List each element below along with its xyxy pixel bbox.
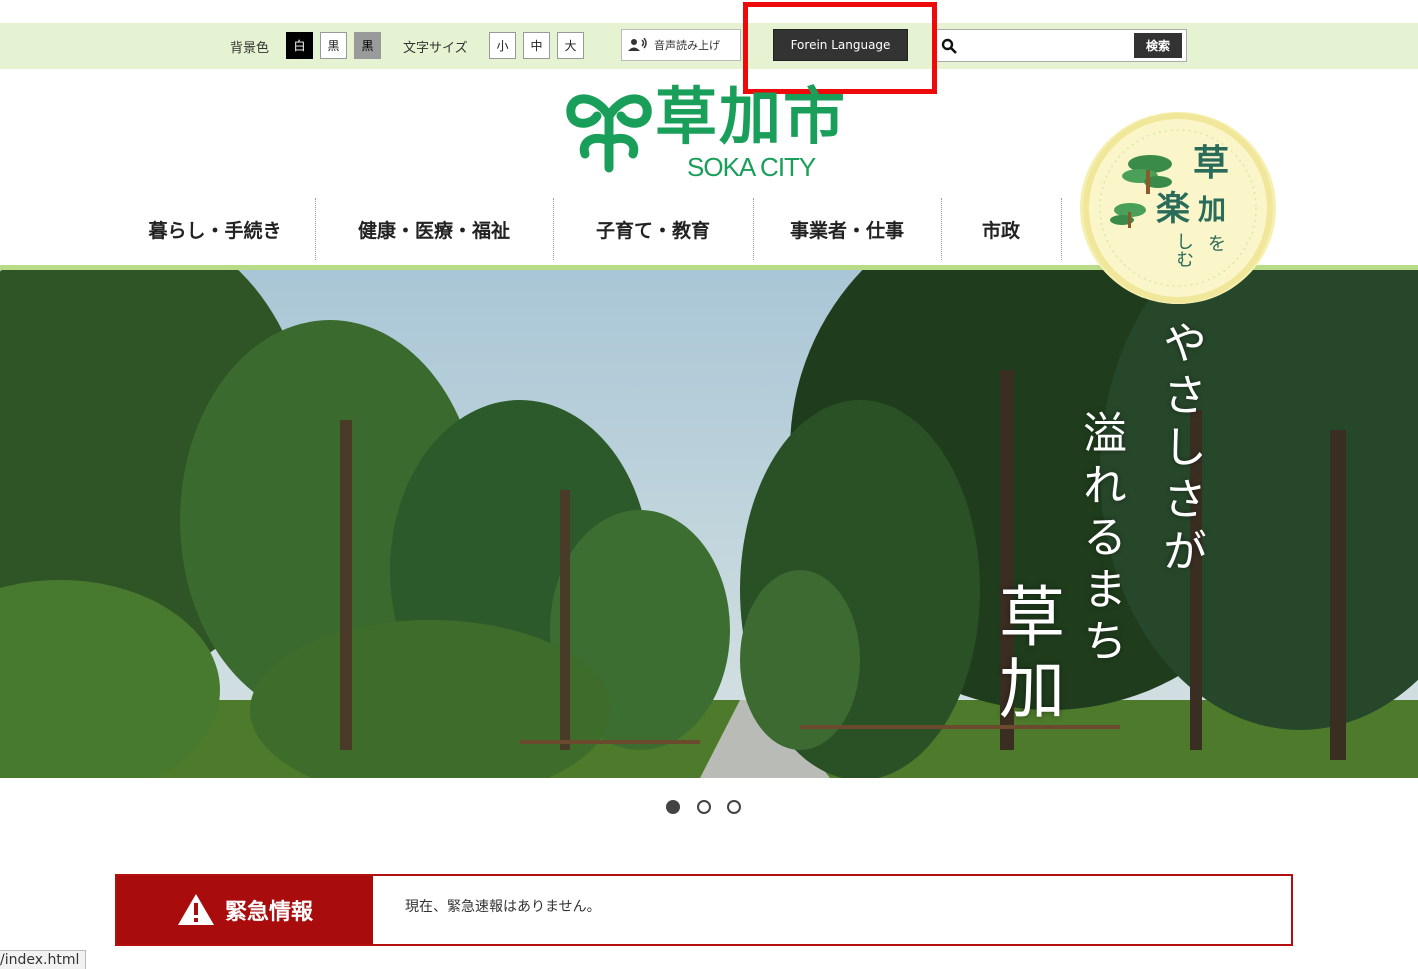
logo-subtitle: SOKA CITY — [687, 152, 816, 182]
enjoy-soka-badge[interactable]: 草 楽 加 を しむ — [1080, 112, 1276, 304]
bg-white-button[interactable]: 白 — [286, 32, 313, 59]
bg-gray-button[interactable]: 黒 — [354, 32, 381, 59]
search-box: 検索 — [935, 29, 1187, 62]
city-emblem-icon — [566, 94, 652, 173]
nav-item-business[interactable]: 事業者・仕事 — [753, 198, 941, 260]
font-small-button[interactable]: 小 — [489, 32, 516, 59]
hero-copy-line1: やさしさが — [1155, 320, 1206, 580]
voice-reader-button[interactable]: 音声読み上げ — [621, 29, 741, 61]
slide-dot-2[interactable] — [697, 800, 711, 814]
hero-slideshow[interactable]: やさしさが 溢れるまち 草加 — [0, 270, 1418, 778]
badge-char-3: 加 — [1198, 193, 1227, 226]
badge-small-2: しむ — [1173, 232, 1194, 268]
voice-reader-label: 音声読み上げ — [654, 39, 720, 52]
slide-dot-3[interactable] — [727, 800, 741, 814]
emergency-label-box: 緊急情報 — [117, 876, 373, 944]
nav-item-city-admin[interactable]: 市政 — [941, 198, 1061, 260]
font-size-label: 文字サイズ — [403, 41, 468, 56]
logo-name: 草加市 — [655, 80, 848, 153]
warning-icon — [178, 894, 214, 925]
emergency-label: 緊急情報 — [225, 900, 314, 925]
search-button[interactable]: 検索 — [1134, 33, 1182, 58]
nav-divider — [1061, 198, 1062, 260]
badge-char-2: 楽 — [1156, 189, 1190, 229]
emergency-info-panel: 緊急情報 現在、緊急速報はありません。 — [115, 874, 1293, 946]
badge-small-1: を — [1208, 234, 1226, 255]
emergency-message: 現在、緊急速報はありません。 — [405, 899, 601, 915]
hero-copy-line2: 溢れるまち — [1075, 410, 1126, 670]
search-input[interactable] — [962, 33, 1134, 59]
bg-black-button[interactable]: 黒 — [320, 32, 347, 59]
font-medium-button[interactable]: 中 — [523, 32, 550, 59]
slide-dot-1[interactable] — [666, 800, 680, 814]
utility-bar: 背景色 白 黒 黒 文字サイズ 小 中 大 音声読み上げ Forein Lang… — [0, 23, 1418, 69]
status-bar-url: /index.html — [0, 950, 87, 969]
badge-char-1: 草 — [1193, 143, 1230, 184]
font-large-button[interactable]: 大 — [557, 32, 584, 59]
hero-copy-title: 草加 — [988, 582, 1065, 726]
search-icon — [941, 38, 957, 54]
slide-indicators — [666, 800, 746, 818]
nav-item-health[interactable]: 健康・医療・福祉 — [315, 198, 553, 260]
site-logo[interactable]: 草加市 SOKA CITY — [563, 82, 853, 186]
background-color-label: 背景色 — [230, 41, 270, 56]
speaker-person-icon — [628, 38, 647, 51]
nav-item-living[interactable]: 暮らし・手続き — [115, 198, 315, 260]
nav-item-childcare[interactable]: 子育て・教育 — [553, 198, 753, 260]
